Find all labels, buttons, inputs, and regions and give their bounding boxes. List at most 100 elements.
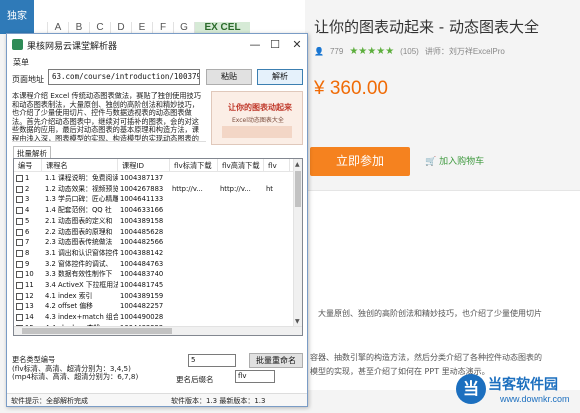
join-course-button[interactable]: 立即参加 — [310, 147, 410, 176]
row-checkbox[interactable] — [16, 185, 23, 193]
flv-hd-link-cell[interactable] — [218, 269, 264, 280]
suffix-input[interactable]: flv — [235, 370, 275, 383]
col-header-flv-sd[interactable]: flv标清下载 — [170, 159, 218, 172]
flv-sd-link-cell[interactable] — [170, 216, 218, 227]
flv-sd-link-cell[interactable] — [170, 291, 218, 302]
flv-sd-link-cell[interactable] — [170, 237, 218, 248]
flv-hd-link-cell[interactable] — [218, 312, 264, 323]
col-header-flv-hd[interactable]: flv高清下载 — [218, 159, 264, 172]
flv-extra-cell[interactable] — [264, 227, 290, 238]
vertical-scroll-thumb[interactable] — [295, 171, 301, 207]
row-checkbox[interactable] — [16, 314, 23, 322]
table-row[interactable]: 7 2.3 动态图表传统做法 1004482566 — [14, 237, 302, 248]
batch-rename-button[interactable]: 批量重命名 — [249, 353, 303, 368]
table-row[interactable]: 12 4.1 index 索引 1004389159 — [14, 291, 302, 302]
col-header-id[interactable]: 课程ID — [118, 159, 170, 172]
flv-extra-cell[interactable] — [264, 291, 290, 302]
flv-hd-link-cell[interactable] — [218, 205, 264, 216]
table-row[interactable]: 4 1.4 配套范例：QQ 社 1004633166 — [14, 205, 302, 216]
table-row[interactable]: 10 3.3 数据有效性制作下 1004483740 — [14, 269, 302, 280]
author-link[interactable]: 讲师：刘万祥ExcelPro — [425, 46, 505, 57]
flv-extra-cell[interactable] — [264, 259, 290, 270]
flv-sd-link-cell[interactable] — [170, 194, 218, 205]
flv-hd-link-cell[interactable]: http://v... — [218, 184, 264, 195]
row-checkbox[interactable] — [16, 249, 23, 257]
table-row[interactable]: 5 2.1 动态图表的定义和 1004389158 — [14, 216, 302, 227]
table-row[interactable]: 2 1.2 动态效果：视频预览 1004267883 http://v... http:… — [14, 184, 302, 195]
flv-sd-link-cell[interactable]: http://v... — [170, 184, 218, 195]
flv-sd-link-cell[interactable] — [170, 205, 218, 216]
row-checkbox[interactable] — [16, 271, 23, 279]
row-checkbox[interactable] — [16, 217, 23, 225]
flv-hd-link-cell[interactable] — [218, 194, 264, 205]
scroll-up-icon[interactable]: ▲ — [295, 160, 300, 169]
table-row[interactable]: 14 4.3 index+match 组合 1004490028 — [14, 312, 302, 323]
flv-hd-link-cell[interactable] — [218, 237, 264, 248]
row-checkbox[interactable] — [16, 303, 23, 311]
flv-hd-link-cell[interactable] — [218, 259, 264, 270]
flv-sd-link-cell[interactable] — [170, 259, 218, 270]
flv-extra-cell[interactable] — [264, 312, 290, 323]
row-checkbox[interactable] — [16, 260, 23, 268]
flv-hd-link-cell[interactable] — [218, 227, 264, 238]
horizontal-scroll-thumb[interactable] — [22, 328, 172, 334]
table-horizontal-scrollbar[interactable] — [14, 326, 302, 335]
flv-hd-link-cell[interactable] — [218, 280, 264, 291]
table-row[interactable]: 8 3.1 调出和认识窗体控件 1004388142 — [14, 248, 302, 259]
menu-item-main[interactable]: 菜单 — [13, 57, 29, 68]
rename-type-input[interactable]: 5 — [188, 354, 236, 367]
parse-button[interactable]: 解析 — [257, 69, 303, 85]
url-input[interactable]: 63.com/course/introduction/1003792011.ht… — [48, 69, 200, 85]
lesson-id-cell: 1004641133 — [120, 195, 164, 204]
col-header-flv-extra[interactable]: flv — [264, 159, 290, 172]
course-meta: 👤 779 ★★★★★ (105) 讲师：刘万祥ExcelPro — [314, 46, 505, 57]
flv-extra-cell[interactable] — [264, 269, 290, 280]
add-to-cart-link[interactable]: 🛒 加入购物车 — [425, 154, 484, 167]
flv-sd-link-cell[interactable] — [170, 248, 218, 259]
maximize-button[interactable]: ☐ — [265, 36, 285, 54]
flv-extra-cell[interactable] — [264, 237, 290, 248]
flv-sd-link-cell[interactable] — [170, 280, 218, 291]
row-checkbox[interactable] — [16, 239, 23, 247]
flv-hd-link-cell[interactable] — [218, 216, 264, 227]
row-checkbox[interactable] — [16, 196, 23, 204]
lesson-name-cell: 3.4 ActiveX 下拉框用法 — [45, 281, 118, 289]
col-header-number[interactable]: 编号 — [14, 159, 42, 172]
flv-extra-cell[interactable] — [264, 216, 290, 227]
table-vertical-scrollbar[interactable]: ▲ ▼ — [293, 159, 302, 335]
flv-extra-cell[interactable] — [264, 173, 290, 184]
flv-hd-link-cell[interactable] — [218, 248, 264, 259]
paste-button[interactable]: 粘贴 — [206, 69, 252, 85]
flv-sd-link-cell[interactable] — [170, 312, 218, 323]
flv-sd-link-cell[interactable] — [170, 301, 218, 312]
flv-extra-cell[interactable]: ht — [264, 184, 290, 195]
flv-sd-link-cell[interactable] — [170, 269, 218, 280]
flv-extra-cell[interactable] — [264, 280, 290, 291]
flv-extra-cell[interactable] — [264, 248, 290, 259]
row-checkbox[interactable] — [16, 292, 23, 300]
row-checkbox[interactable] — [16, 228, 23, 236]
table-row[interactable]: 9 3.2 窗体控件的调试、 1004484763 — [14, 259, 302, 270]
row-checkbox[interactable] — [16, 207, 23, 215]
close-button[interactable]: ✕ — [287, 36, 307, 54]
table-row[interactable]: 1 1.1 课程说明：免费阅读 1004387137 — [14, 173, 302, 184]
flv-hd-link-cell[interactable] — [218, 301, 264, 312]
table-row[interactable]: 13 4.2 offset 偏移 1004482257 — [14, 301, 302, 312]
flv-sd-link-cell[interactable] — [170, 227, 218, 238]
row-checkbox[interactable] — [16, 282, 23, 289]
table-row[interactable]: 11 3.4 ActiveX 下拉框用法 1004481745 — [14, 280, 302, 291]
flv-extra-cell[interactable] — [264, 194, 290, 205]
table-row[interactable]: 3 1.3 学员口碑：匠心精雕 1004641133 — [14, 194, 302, 205]
lesson-name-cell: 2.2 动态图表的原理和 — [45, 227, 113, 236]
scroll-down-icon[interactable]: ▼ — [295, 317, 300, 326]
flv-hd-link-cell[interactable] — [218, 173, 264, 184]
flv-extra-cell[interactable] — [264, 205, 290, 216]
flv-hd-link-cell[interactable] — [218, 291, 264, 302]
flv-extra-cell[interactable] — [264, 301, 290, 312]
row-checkbox[interactable] — [16, 175, 23, 182]
window-titlebar[interactable]: 果核网易云课堂解析器 — ☐ ✕ — [7, 34, 307, 56]
table-row[interactable]: 6 2.2 动态图表的原理和 1004485628 — [14, 227, 302, 238]
minimize-button[interactable]: — — [245, 36, 265, 54]
flv-sd-link-cell[interactable] — [170, 173, 218, 184]
col-header-name[interactable]: 课程名 — [42, 159, 118, 172]
